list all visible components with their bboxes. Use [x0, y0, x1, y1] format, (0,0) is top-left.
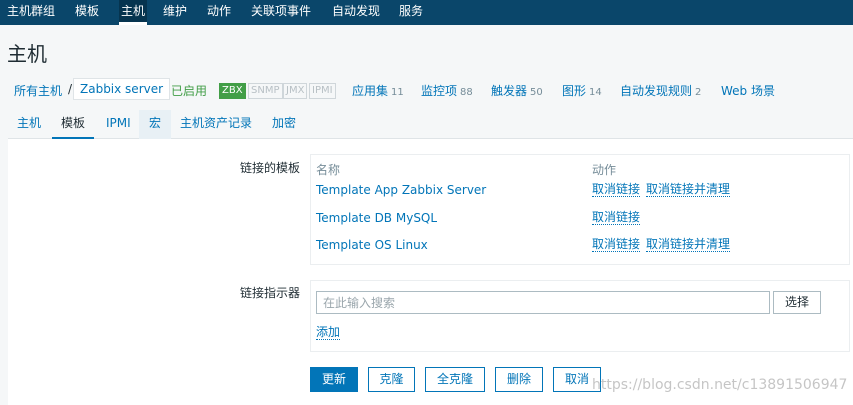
unlink-link[interactable]: 取消链接 — [592, 238, 641, 252]
update-button[interactable]: 更新 — [310, 367, 358, 392]
nav-maintenance[interactable]: 维护 — [163, 0, 187, 25]
link-new-templates-box: 选择 添加 — [310, 280, 850, 352]
nav-actions[interactable]: 动作 — [207, 0, 231, 25]
template-search-input[interactable] — [316, 291, 770, 314]
link-triggers-label: 触发器 — [491, 84, 528, 98]
clone-button[interactable]: 克隆 — [368, 367, 415, 392]
link-graphs-label: 图形 — [562, 84, 587, 98]
tab-inventory[interactable]: 主机资产记录 — [180, 110, 252, 139]
availability-ipmi-badge: IPMI — [309, 83, 336, 99]
top-navigation: 主机群组 模板 主机 维护 动作 关联项事件 自动发现 服务 — [0, 0, 853, 25]
breadcrumb-all-hosts[interactable]: 所有主机 — [14, 82, 62, 99]
nav-discovery[interactable]: 自动发现 — [332, 0, 380, 25]
tab-templates[interactable]: 模板 — [52, 110, 95, 140]
template-name-link[interactable]: Template OS Linux — [316, 238, 428, 252]
breadcrumb-current-host[interactable]: Zabbix server — [73, 78, 171, 100]
unlink-link[interactable]: 取消链接 — [592, 211, 641, 225]
full-clone-button[interactable]: 全克隆 — [425, 367, 485, 392]
availability-zbx-badge: ZBX — [219, 83, 246, 99]
link-new-templates-label: 链接指示器 — [240, 286, 301, 300]
tab-encryption[interactable]: 加密 — [272, 110, 296, 139]
add-template-link[interactable]: 添加 — [316, 326, 341, 340]
link-discovery-rules-label: 自动发现规则 — [620, 84, 693, 98]
link-triggers[interactable]: 触发器 50 — [491, 82, 543, 99]
watermark: https://blog.csdn.net/c13891506947 — [592, 377, 848, 393]
link-applications-count: 11 — [391, 87, 404, 98]
page-title: 主机 — [7, 42, 47, 66]
link-applications-label: 应用集 — [352, 84, 389, 98]
unlink-and-clear-link[interactable]: 取消链接并清理 — [646, 183, 731, 197]
form-tabs: 主机 模板 IPMI 宏 主机资产记录 加密 — [8, 110, 853, 140]
unlink-link[interactable]: 取消链接 — [592, 183, 641, 197]
tab-ipmi[interactable]: IPMI — [106, 110, 131, 139]
tab-host[interactable]: 主机 — [17, 110, 41, 139]
tab-macros[interactable]: 宏 — [139, 110, 172, 139]
select-button[interactable]: 选择 — [773, 291, 821, 314]
linked-templates-table: 名称 动作 Template App Zabbix Server 取消链接 取消… — [310, 154, 850, 265]
status-enabled[interactable]: 已启用 — [171, 82, 207, 99]
nav-event-correlation[interactable]: 关联项事件 — [251, 0, 311, 25]
template-name-link[interactable]: Template App Zabbix Server — [316, 183, 486, 197]
link-discovery-rules-count: 2 — [695, 87, 702, 98]
link-applications[interactable]: 应用集 11 — [352, 82, 404, 99]
link-graphs-count: 14 — [589, 87, 602, 98]
nav-host-groups[interactable]: 主机群组 — [7, 0, 55, 25]
link-items-count: 88 — [460, 87, 473, 98]
breadcrumb: 所有主机 / Zabbix server 已启用 ZBX SNMP JMX IP… — [0, 74, 853, 104]
availability-jmx-badge: JMX — [283, 83, 308, 99]
link-triggers-count: 50 — [530, 87, 543, 98]
template-name-link[interactable]: Template DB MySQL — [316, 211, 437, 225]
availability-snmp-badge: SNMP — [248, 83, 283, 99]
breadcrumb-separator: / — [68, 82, 73, 96]
column-name-header: 名称 — [316, 163, 341, 177]
link-web-scenarios[interactable]: Web 场景 — [721, 82, 775, 99]
linked-templates-label: 链接的模板 — [240, 161, 301, 175]
nav-hosts[interactable]: 主机 — [119, 0, 148, 25]
nav-templates[interactable]: 模板 — [75, 0, 99, 25]
column-action-header: 动作 — [592, 163, 617, 177]
link-items-label: 监控项 — [421, 84, 458, 98]
link-graphs[interactable]: 图形 14 — [562, 82, 602, 99]
delete-button[interactable]: 删除 — [495, 367, 543, 392]
nav-services[interactable]: 服务 — [399, 0, 423, 25]
link-discovery-rules[interactable]: 自动发现规则 2 — [620, 82, 701, 99]
link-items[interactable]: 监控项 88 — [421, 82, 473, 99]
unlink-and-clear-link[interactable]: 取消链接并清理 — [646, 238, 731, 252]
